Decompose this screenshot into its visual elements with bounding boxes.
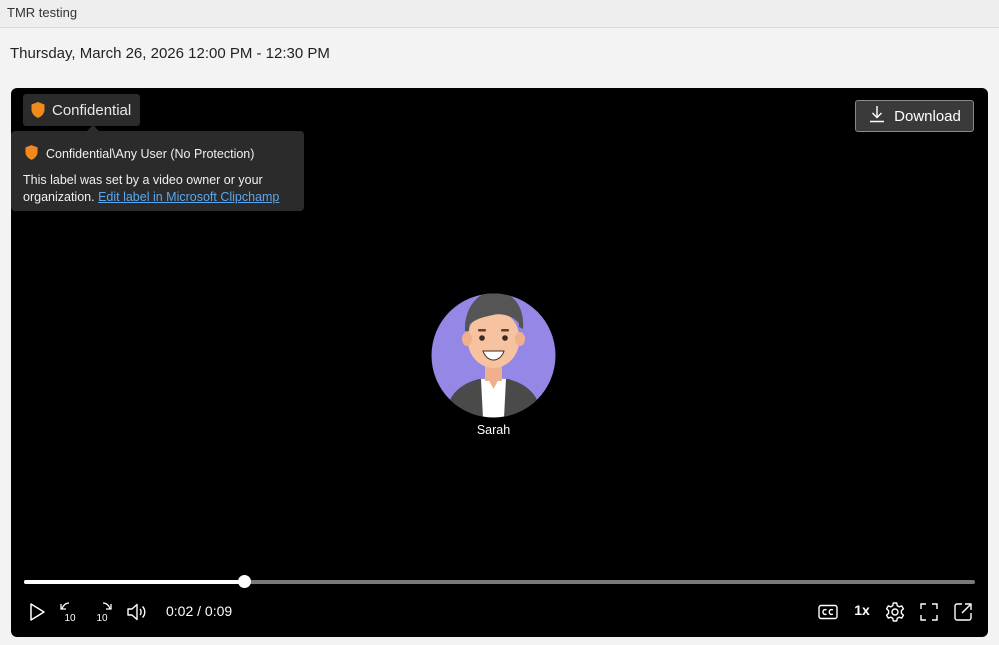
sensitivity-label-text: Confidential [52,101,132,119]
sensitivity-label-button[interactable]: Confidential [23,94,141,126]
fullscreen-icon [917,600,941,624]
skip-forward-10-icon: 10 [91,600,115,624]
volume-icon [125,600,149,624]
playback-speed-button[interactable]: 1x [848,602,876,618]
participant-name: Sarah [476,423,511,437]
tooltip-body: This label was set by a video owner or y… [23,172,298,206]
play-icon [25,600,49,624]
skip-back-10-icon: 10 [57,600,81,624]
progress-fill [24,580,244,584]
skip-forward-button[interactable]: 10 [91,600,115,624]
window-title: TMR testing [7,5,78,20]
download-button[interactable]: Download [855,100,974,132]
shield-icon [31,102,45,118]
closed-captions-icon [816,600,840,624]
title-bar: TMR testing [0,0,999,28]
shield-icon [25,145,38,163]
edit-label-link[interactable]: Edit label in Microsoft Clipchamp [98,190,279,204]
download-label: Download [894,107,961,125]
skip-forward-label: 10 [96,613,108,624]
fullscreen-button[interactable] [917,600,941,624]
pop-out-icon [951,600,975,624]
meeting-datetime: Thursday, March 26, 2026 12:00 PM - 12:3… [10,45,330,62]
progress-bar[interactable] [24,575,975,588]
skip-back-label: 10 [64,613,76,624]
skip-back-button[interactable]: 10 [57,600,81,624]
sensitivity-tooltip: Confidential\Any User (No Protection) Th… [11,125,304,211]
participant-avatar [431,293,556,418]
time-display: 0:02 / 0:09 [166,603,233,619]
pop-out-button[interactable] [951,600,975,624]
settings-button[interactable] [883,600,907,624]
video-player[interactable]: Confidential Confidential\Any User (No P… [11,88,988,637]
volume-button[interactable] [125,600,149,624]
progress-thumb[interactable] [237,575,251,588]
captions-button[interactable] [816,600,840,624]
play-button[interactable] [25,600,49,624]
tooltip-title: Confidential\Any User (No Protection) [46,147,255,161]
gear-icon [883,600,907,624]
download-icon [868,105,886,127]
